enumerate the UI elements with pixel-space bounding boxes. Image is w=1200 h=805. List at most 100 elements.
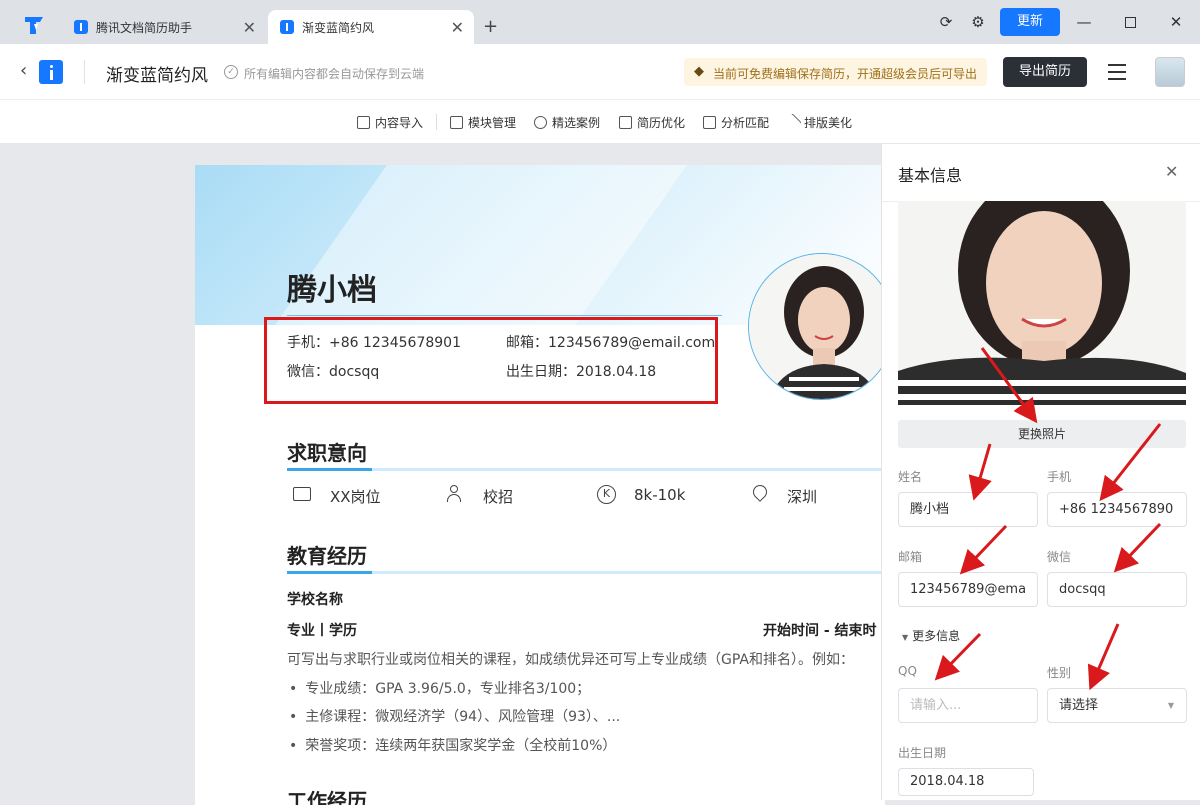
cases-icon	[534, 116, 547, 129]
toolbar-cases[interactable]: 精选案例	[534, 114, 600, 131]
qq-input[interactable]: 请输入...	[898, 688, 1038, 723]
tab-gradient-blue[interactable]: 渐变蓝简约风 ✕	[268, 10, 474, 44]
export-resume-button[interactable]: 导出简历	[1003, 57, 1087, 87]
minimize-icon[interactable]: —	[1070, 8, 1098, 36]
new-tab-icon[interactable]: +	[483, 16, 498, 37]
header-divider	[84, 60, 85, 84]
edu-description[interactable]: 可写出与求职行业或岗位相关的课程，如成绩优异还可写上专业成绩（GPA和排名）。例…	[287, 649, 854, 669]
app-logo-icon[interactable]	[22, 14, 46, 36]
member-notice[interactable]: ◆ 当前可免费编辑保存简历，开通超级会员后可导出	[684, 58, 987, 86]
toolbar-import[interactable]: 内容导入	[357, 114, 423, 131]
salary-icon: K	[597, 485, 616, 504]
intent-salary[interactable]: 8k-10k	[634, 486, 685, 504]
caret-down-icon: ▼	[902, 633, 909, 642]
toolbar-optimize[interactable]: 简历优化	[619, 114, 685, 131]
close-tab-icon[interactable]: ✕	[451, 18, 464, 37]
birth-label: 出生日期	[898, 746, 947, 760]
qq-label: QQ	[898, 664, 917, 678]
name-underline	[287, 315, 722, 316]
optimize-icon	[619, 116, 632, 129]
birth-field[interactable]: 2018.04.18	[898, 768, 1034, 796]
toolbar-label: 分析匹配	[721, 116, 770, 130]
more-info-toggle[interactable]: ▼ 更多信息	[902, 627, 960, 644]
back-arrow-icon[interactable]: ‹	[20, 60, 27, 81]
intent-position[interactable]: XX岗位	[330, 486, 381, 507]
list-item[interactable]: • 荣誉奖项：连续两年获国家奖学金（全校前10%）	[287, 735, 616, 755]
gender-label: 性别	[1047, 666, 1072, 680]
maximize-icon[interactable]	[1116, 8, 1144, 36]
save-check-icon: ✓	[224, 65, 238, 79]
resume-page[interactable]: 腾小档 手机：+86 12345678901 邮箱：123456789@emai…	[195, 165, 885, 805]
list-item[interactable]: • 主修课程：微观经济学（94）、风险管理（93）、...	[287, 706, 620, 726]
section-title-education[interactable]: 教育经历	[287, 540, 367, 569]
bullet-text: 主修课程：微观经济学（94）、风险管理（93）、...	[305, 709, 621, 725]
name-field[interactable]: 腾小档	[898, 492, 1038, 527]
update-button[interactable]: 更新	[1000, 8, 1060, 36]
toolbar-beautify[interactable]: 排版美化	[783, 113, 853, 132]
avatar[interactable]	[1155, 57, 1185, 87]
toolbar-analyze[interactable]: 分析匹配	[703, 114, 769, 131]
close-window-icon[interactable]: ✕	[1162, 8, 1190, 36]
doc-title[interactable]: 渐变蓝简约风	[106, 61, 208, 86]
edu-period[interactable]: 开始时间 - 结束时	[763, 620, 877, 640]
change-photo-button[interactable]: 更换照片	[898, 420, 1186, 448]
doc-favicon-icon	[74, 20, 88, 34]
toolbar-label: 模块管理	[468, 116, 517, 130]
toolbar-label: 简历优化	[637, 116, 686, 130]
diamond-icon: ◆	[694, 64, 704, 79]
resume-name[interactable]: 腾小档	[287, 265, 377, 309]
notice-text: 当前可免费编辑保存简历，开通超级会员后可导出	[713, 67, 978, 81]
intent-city[interactable]: 深圳	[787, 486, 817, 507]
major-degree[interactable]: 专业丨学历	[287, 620, 357, 640]
phone-field[interactable]: +86 1234567890	[1047, 492, 1187, 527]
list-item[interactable]: • 专业成绩：GPA 3.96/5.0，专业排名3/100；	[287, 678, 590, 698]
menu-icon[interactable]	[1108, 64, 1126, 80]
title-bar: 腾讯文档简历助手 ✕ 渐变蓝简约风 ✕ + ⟳ ⚙ 更新 — ✕	[0, 0, 1200, 44]
section-underline	[287, 571, 885, 574]
location-pin-icon	[750, 482, 770, 502]
doc-header: ‹ 渐变蓝简约风 ✓ 所有编辑内容都会自动保存到云端 ◆ 当前可免费编辑保存简历…	[0, 44, 1200, 100]
wechat-field[interactable]: docsqq	[1047, 572, 1187, 607]
highlight-box	[264, 317, 718, 404]
basic-info-panel: 基本信息 ✕ 更换照片 姓名 手机 腾小档 +86 1234567890 邮箱 …	[881, 144, 1200, 800]
section-underline	[287, 468, 885, 471]
close-panel-icon[interactable]: ✕	[1165, 162, 1178, 181]
school-name[interactable]: 学校名称	[287, 589, 343, 609]
close-tab-icon[interactable]: ✕	[243, 18, 256, 37]
user-card-icon	[447, 485, 467, 503]
save-status: 所有编辑内容都会自动保存到云端	[244, 67, 425, 81]
bullet-text: 荣誉奖项：连续两年获国家奖学金（全校前10%）	[305, 738, 617, 754]
photo-preview[interactable]	[898, 201, 1186, 405]
settings-gear-icon[interactable]: ⚙	[964, 8, 992, 36]
toolbar-label: 排版美化	[804, 116, 853, 130]
email-field[interactable]: 123456789@ema	[898, 572, 1038, 607]
toolbar-label: 精选案例	[552, 116, 601, 130]
doc-type-icon	[39, 60, 63, 84]
phone-label: 手机	[1047, 470, 1072, 484]
section-title-work[interactable]: 工作经历	[287, 785, 367, 805]
toolbar-label: 内容导入	[375, 116, 424, 130]
briefcase-icon	[293, 487, 311, 501]
modules-icon	[450, 116, 463, 129]
sync-icon[interactable]: ⟳	[932, 8, 960, 36]
select-caret-icon: ▼	[1167, 701, 1174, 710]
resume-toolbar: 内容导入 模块管理 精选案例 简历优化 分析匹配 排版美化	[0, 100, 1200, 144]
gender-value: 请选择	[1059, 698, 1099, 713]
analyze-icon	[703, 116, 716, 129]
panel-title: 基本信息	[898, 166, 963, 185]
profile-photo[interactable]	[748, 253, 885, 400]
name-label: 姓名	[898, 470, 923, 484]
toolbar-modules[interactable]: 模块管理	[450, 114, 516, 131]
section-title-intent[interactable]: 求职意向	[287, 437, 367, 466]
wechat-label: 微信	[1047, 550, 1072, 564]
bullet-text: 专业成绩：GPA 3.96/5.0，专业排名3/100；	[305, 681, 591, 697]
doc-favicon-icon	[280, 20, 294, 34]
import-icon	[357, 116, 370, 129]
tab-label: 腾讯文档简历助手	[96, 20, 193, 35]
more-info-label: 更多信息	[912, 629, 961, 643]
toolbar-divider	[436, 114, 437, 130]
magic-wand-icon	[783, 113, 802, 132]
tab-resume-helper[interactable]: 腾讯文档简历助手 ✕	[62, 10, 266, 44]
intent-type[interactable]: 校招	[483, 486, 513, 507]
gender-select[interactable]: 请选择 ▼	[1047, 688, 1187, 723]
